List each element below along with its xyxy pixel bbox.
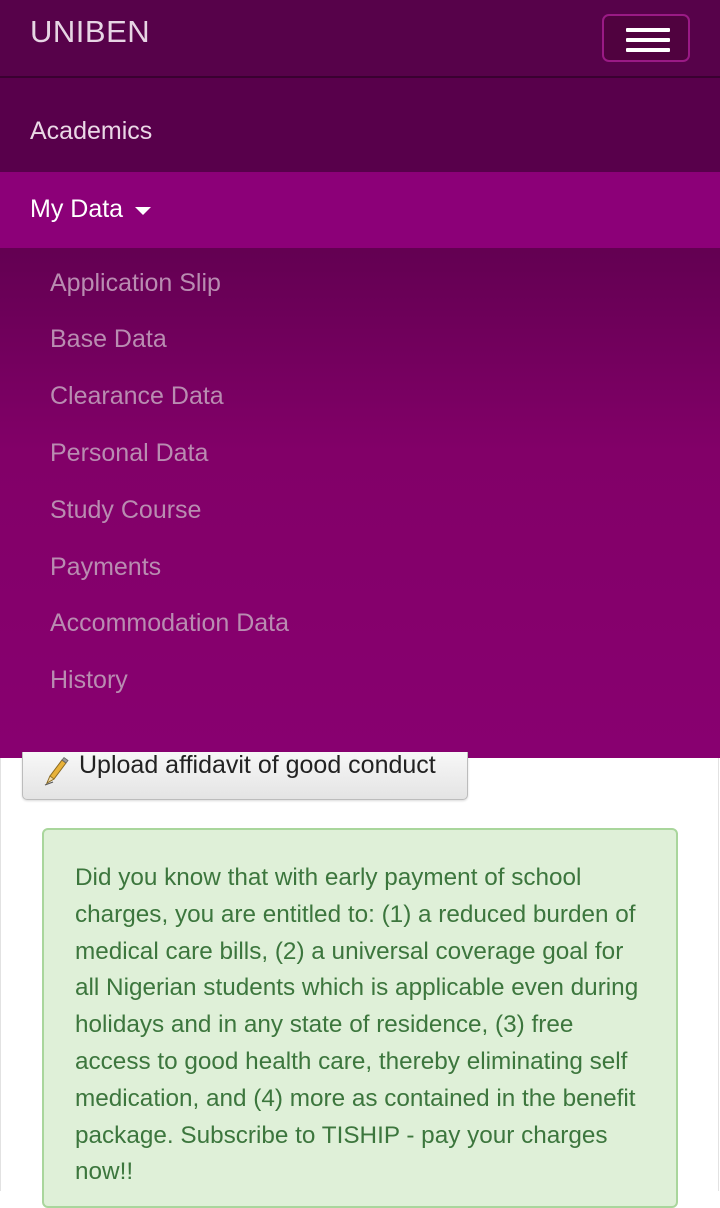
main-content: Upload affidavit of good conduct Did you… — [0, 751, 720, 1208]
upload-affidavit-button[interactable]: Upload affidavit of good conduct — [22, 751, 468, 800]
nav-item-my-data[interactable]: My Data — [0, 172, 720, 248]
nav-item-academics-label: Academics — [30, 117, 153, 145]
top-navbar: UNIBEN — [0, 0, 720, 78]
nav-menu: Academics My Data Application Slip Base … — [0, 78, 720, 758]
hamburger-menu-button[interactable] — [602, 14, 690, 62]
tiship-info-alert: Did you know that with early payment of … — [42, 828, 678, 1208]
dropdown-item-personal-data[interactable]: Personal Data — [50, 439, 208, 468]
brand-logo-text[interactable]: UNIBEN — [30, 14, 150, 50]
dropdown-item-clearance-data[interactable]: Clearance Data — [50, 382, 224, 411]
upload-affidavit-label: Upload affidavit of good conduct — [79, 751, 436, 779]
alert-message: Did you know that with early payment of … — [75, 864, 639, 1186]
dropdown-item-study-course[interactable]: Study Course — [50, 496, 201, 525]
nav-item-academics[interactable]: Academics — [0, 78, 720, 172]
dropdown-item-history[interactable]: History — [50, 666, 128, 695]
hamburger-menu-icon — [626, 28, 670, 32]
caret-down-icon — [135, 207, 151, 215]
dropdown-item-payments[interactable]: Payments — [50, 553, 161, 582]
dropdown-item-accommodation-data[interactable]: Accommodation Data — [50, 609, 289, 638]
my-data-dropdown: Application Slip Base Data Clearance Dat… — [0, 248, 720, 758]
nav-item-my-data-label: My Data — [30, 195, 124, 223]
pen-icon — [44, 756, 69, 786]
dropdown-item-base-data[interactable]: Base Data — [50, 325, 167, 354]
dropdown-item-application-slip[interactable]: Application Slip — [50, 269, 221, 298]
